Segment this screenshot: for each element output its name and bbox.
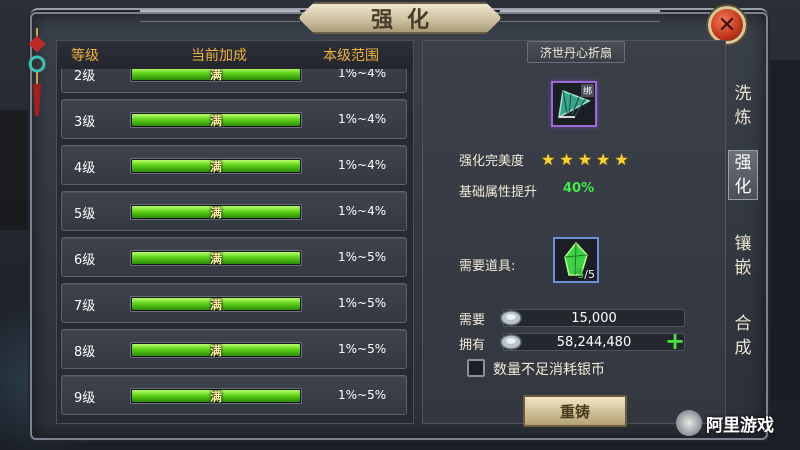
row-range: 1%~5%: [338, 296, 387, 310]
perfection-label: 强化完美度: [459, 154, 525, 169]
material-need: /5: [584, 268, 595, 281]
header-level: 等级: [71, 48, 99, 64]
own-silver-field: 58,244,480: [500, 333, 685, 351]
star-icon: ★: [577, 150, 593, 169]
close-icon: ✕: [717, 12, 737, 38]
title-wing-left: [140, 10, 300, 22]
row-level: 7级: [74, 299, 96, 314]
level-row[interactable]: 7级 满 1%~5%: [61, 283, 407, 323]
window-title-plaque: 强化: [298, 2, 502, 34]
row-range: 1%~5%: [338, 342, 387, 356]
row-level: 9级: [74, 391, 96, 406]
perfection-stars: ★ ★ ★ ★ ★: [541, 150, 629, 169]
bonus-status: 满: [209, 252, 222, 266]
insufficient-silver-checkbox[interactable]: [467, 359, 485, 377]
level-table-panel: 等级 当前加成 本级范围 2级满 1%~4% 3级满 1%~4% 4级满 1%~4% 5级满…: [56, 40, 414, 424]
bind-tag: 绑: [580, 84, 594, 97]
own-silver-value: 58,244,480: [556, 335, 632, 350]
row-level: 8级: [74, 345, 96, 360]
table-header: 等级 当前加成 本级范围: [57, 41, 413, 69]
bonus-progress-bar: 满: [130, 112, 302, 128]
star-icon: ★: [614, 150, 629, 169]
watermark: 阿里游戏: [676, 408, 796, 438]
level-row[interactable]: 4级 满 1%~4%: [61, 145, 407, 185]
bonus-status: 满: [209, 206, 222, 220]
level-row[interactable]: 2级 满 1%~4%: [61, 69, 407, 93]
row-range: 1%~4%: [338, 112, 387, 126]
bonus-status: 满: [209, 298, 222, 312]
level-list[interactable]: 2级满 1%~4% 3级满 1%~4% 4级满 1%~4% 5级满 1%~4% 6级满 1%~5%…: [61, 69, 411, 423]
bonus-progress-bar: 满: [130, 296, 302, 312]
need-silver-field: 15,000: [500, 309, 685, 327]
side-tab[interactable]: 合成: [728, 312, 758, 360]
bonus-progress-bar: 满: [130, 69, 302, 82]
knot-ornament-icon: [28, 28, 46, 116]
item-name: 济世丹心折扇: [527, 41, 625, 63]
side-tab[interactable]: 洗炼: [728, 82, 758, 130]
own-silver-label: 拥有: [459, 338, 486, 353]
level-row[interactable]: 9级 满 1%~5%: [61, 375, 407, 415]
row-range: 1%~4%: [338, 69, 387, 80]
side-tab[interactable]: 强化: [728, 150, 758, 200]
row-level: 4级: [74, 161, 96, 176]
star-icon: ★: [596, 150, 611, 169]
star-icon: ★: [559, 150, 574, 169]
close-button[interactable]: ✕: [708, 6, 746, 44]
bonus-progress-bar: 满: [130, 342, 302, 358]
row-range: 1%~5%: [338, 388, 387, 402]
row-range: 1%~5%: [338, 250, 387, 264]
level-row[interactable]: 3级 满 1%~4%: [61, 99, 407, 139]
bonus-status: 满: [209, 344, 222, 358]
material-slot[interactable]: 5/5: [553, 237, 599, 283]
bonus-progress-bar: 满: [130, 204, 302, 220]
row-level: 6级: [74, 253, 96, 268]
row-range: 1%~4%: [338, 204, 387, 218]
bonus-progress-bar: 满: [130, 388, 302, 404]
required-item-label: 需要道具:: [459, 259, 516, 274]
bonus-status: 满: [209, 160, 222, 174]
add-silver-button[interactable]: +: [665, 329, 685, 353]
item-detail-panel: 济世丹心折扇 绑 强化完美度 ★ ★ ★ ★ ★ 基础属性提升 40% 需要道具: 5/…: [422, 40, 726, 427]
need-silver-value: 15,000: [571, 311, 617, 326]
side-tab[interactable]: 镶嵌: [728, 232, 758, 280]
material-count: 5/5: [577, 268, 595, 281]
watermark-logo-icon: [676, 410, 702, 436]
watermark-text: 阿里游戏: [706, 415, 774, 436]
bonus-status: 满: [209, 114, 222, 128]
row-level: 3级: [74, 115, 96, 130]
bonus-status: 满: [209, 390, 222, 404]
level-row[interactable]: 8级 满 1%~5%: [61, 329, 407, 369]
header-current-bonus: 当前加成: [191, 48, 247, 64]
title-wing-right: [500, 10, 660, 22]
bonus-status: 满: [209, 69, 222, 82]
row-level: 5级: [74, 207, 96, 222]
attr-boost-value: 40%: [563, 181, 595, 196]
window-title: 强化: [370, 7, 443, 33]
row-range: 1%~4%: [338, 158, 387, 172]
bonus-progress-bar: 满: [130, 158, 302, 174]
row-level: 2级: [74, 69, 96, 84]
level-row[interactable]: 6级 满 1%~5%: [61, 237, 407, 277]
level-row[interactable]: 5级 满 1%~4%: [61, 191, 407, 231]
item-slot[interactable]: 绑: [551, 81, 597, 127]
header-level-range: 本级范围: [323, 48, 379, 64]
star-icon: ★: [541, 150, 556, 169]
need-silver-label: 需要: [459, 313, 486, 328]
insufficient-silver-label: 数量不足消耗银币: [493, 362, 605, 378]
bonus-progress-bar: 满: [130, 250, 302, 266]
recast-button[interactable]: 重铸: [523, 395, 627, 427]
attr-boost-label: 基础属性提升: [459, 185, 538, 200]
